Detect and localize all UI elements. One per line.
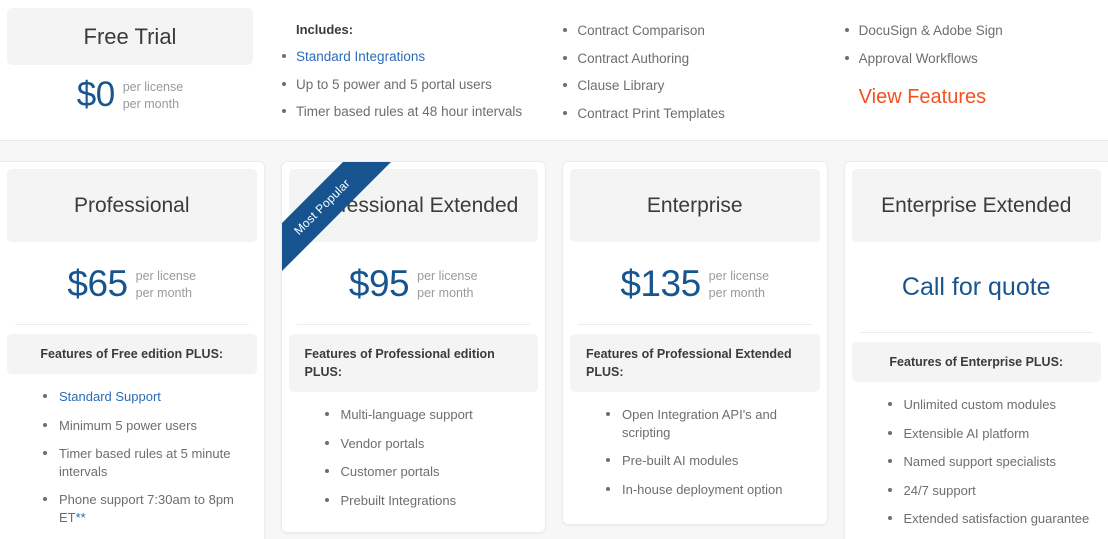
free-trial-includes-column-2: Contract Comparison Contract Authoring Cla… xyxy=(545,0,826,132)
card-divider xyxy=(296,324,530,325)
price-unit-line2: per month xyxy=(417,285,474,300)
feature-item: Pre-built AI modules xyxy=(606,452,810,470)
price-unit-line1: per license xyxy=(122,80,184,94)
pricing-card[interactable]: Professional $65 per license per month Featu… xyxy=(0,161,265,539)
feature-item: Timer based rules at 48 hour intervals xyxy=(274,103,545,121)
plan-price-unit: per license per month xyxy=(709,265,769,302)
feature-item: Open Integration API's and scripting xyxy=(606,406,810,441)
feature-item: Contract Print Templates xyxy=(555,105,826,123)
feature-item: Contract Authoring xyxy=(555,50,826,68)
plan-title: Professional xyxy=(7,169,257,242)
feature-item: Clause Library xyxy=(555,77,826,95)
card-divider xyxy=(578,324,812,325)
plan-feature-list: Unlimited custom modules Extensible AI pl… xyxy=(852,396,1102,528)
feature-item: Vendor portals xyxy=(324,435,529,453)
free-trial-price: $0 xyxy=(76,74,115,114)
feature-item: Extensible AI platform xyxy=(887,425,1092,443)
features-band-heading: Features of Professional Extended PLUS: xyxy=(570,334,820,393)
plan-title: Professional Extended xyxy=(288,169,538,242)
feature-item: Multi-language support xyxy=(324,406,529,424)
feature-item: Customer portals xyxy=(324,463,529,481)
feature-item: 24/7 support xyxy=(887,482,1092,500)
free-trial-title: Free Trial xyxy=(7,8,253,65)
price-unit-line1: per license xyxy=(708,268,770,283)
feature-item: Extended satisfaction guarantee xyxy=(887,510,1092,528)
feature-item: Named support specialists xyxy=(887,453,1092,471)
plan-price-unit: per license per month xyxy=(417,265,477,302)
free-trial-feature-list-2: Contract Comparison Contract Authoring Cla… xyxy=(555,22,826,122)
feature-item[interactable]: Standard Support xyxy=(43,388,247,406)
plan-feature-list: Open Integration API's and scripting Pre-… xyxy=(570,406,820,498)
feature-item[interactable]: Standard Integrations xyxy=(274,48,545,66)
view-features-link[interactable]: View Features xyxy=(859,86,986,109)
feature-item: Timer based rules at 5 minute intervals xyxy=(43,445,247,480)
price-unit-line1: per license xyxy=(135,268,197,283)
plan-price-row: $65 per license per month xyxy=(7,260,257,306)
plan-title: Enterprise xyxy=(570,169,820,242)
pricing-cards-row: Professional $65 per license per month Featu… xyxy=(0,141,1108,539)
includes-heading: Includes: xyxy=(296,22,354,37)
feature-item: Up to 5 power and 5 portal users xyxy=(274,76,545,94)
price-unit-line2: per month xyxy=(122,96,180,111)
plan-feature-list: Standard Support Minimum 5 power users Tim… xyxy=(7,388,257,526)
feature-item-link[interactable]: Standard Support xyxy=(59,389,161,404)
plan-price-row: $95 per license per month xyxy=(289,260,539,306)
free-trial-row: Free Trial $0 per license per month Incl… xyxy=(0,0,1108,141)
feature-item: DocuSign & Adobe Sign xyxy=(837,22,1108,40)
pricing-card[interactable]: Enterprise $135 per license per month Featur… xyxy=(562,161,828,525)
plan-price: $135 xyxy=(620,262,701,304)
feature-item: Phone support 7:30am to 8pm ET** xyxy=(43,491,247,526)
feature-item: Unlimited custom modules xyxy=(887,396,1092,414)
plan-feature-list: Multi-language support Vendor portals Cust… xyxy=(289,406,539,509)
card-divider xyxy=(859,332,1093,333)
pricing-card[interactable]: Enterprise Extended Call for quote Feature… xyxy=(843,161,1108,539)
free-trial-feature-list-3: DocuSign & Adobe Sign Approval Workflows xyxy=(837,22,1108,67)
call-for-quote[interactable]: Call for quote xyxy=(852,264,1102,310)
plan-price-unit: per license per month xyxy=(136,265,196,302)
footnote-marker: ** xyxy=(75,509,86,525)
price-unit-line2: per month xyxy=(708,285,765,300)
features-band-heading: Features of Professional edition PLUS: xyxy=(288,334,538,393)
free-trial-price-unit: per license per month xyxy=(123,76,183,113)
pricing-page: Free Trial $0 per license per month Incl… xyxy=(0,0,1108,539)
feature-item: Approval Workflows xyxy=(837,50,1108,68)
plan-price-row: $135 per license per month xyxy=(570,260,820,306)
feature-item: Contract Comparison xyxy=(555,22,826,40)
free-trial-includes-column-3: DocuSign & Adobe Sign Approval Workflows … xyxy=(827,0,1108,109)
plan-price: $65 xyxy=(67,262,128,304)
card-divider xyxy=(15,324,249,325)
price-unit-line1: per license xyxy=(417,268,478,283)
free-trial-price-row: $0 per license per month xyxy=(7,76,253,113)
free-trial-feature-list-1: Standard Integrations Up to 5 power and 5… xyxy=(274,48,545,121)
features-band-heading: Features of Free edition PLUS: xyxy=(7,334,257,375)
feature-item-link[interactable]: Standard Integrations xyxy=(296,49,425,64)
plan-price: $95 xyxy=(348,262,410,304)
pricing-card[interactable]: Most Popular Professional Extended $95 per … xyxy=(280,161,546,534)
feature-item: In-house deployment option xyxy=(606,481,810,499)
free-trial-includes-column-1: Includes: Standard Integrations Up to 5 p… xyxy=(260,0,545,131)
plan-title: Enterprise Extended xyxy=(851,169,1101,242)
free-trial-plan: Free Trial $0 per license per month xyxy=(0,0,260,113)
features-band-heading: Features of Enterprise PLUS: xyxy=(851,342,1101,383)
feature-item: Prebuilt Integrations xyxy=(324,492,529,510)
price-unit-line2: per month xyxy=(135,285,192,300)
feature-item: Minimum 5 power users xyxy=(43,417,247,435)
